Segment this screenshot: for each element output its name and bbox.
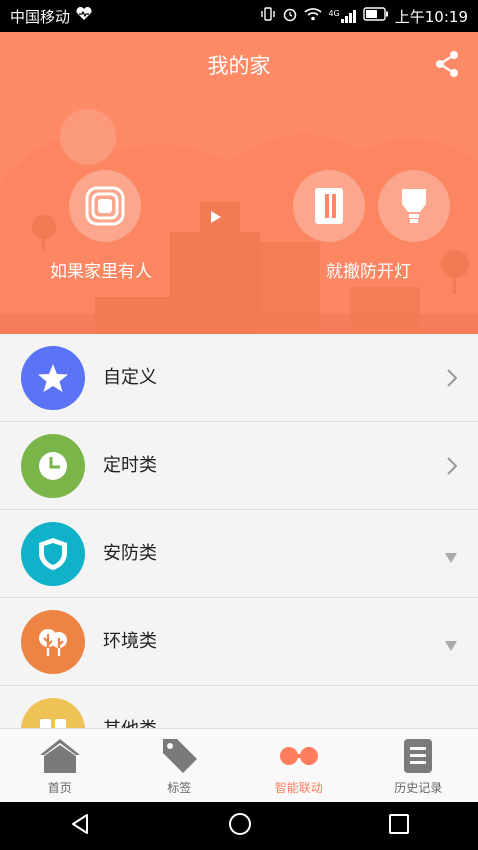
tag-icon [163,739,198,773]
bottom-tab-bar: 首页 标签 智能联动 历史记录 [0,728,478,803]
trigger-label: 如果家里有人 [50,262,152,282]
category-label: 自定义 [103,367,157,388]
lightbulb-icon [402,189,426,223]
triangle-down-icon [445,636,457,651]
health-icon [76,6,92,25]
system-nav-bar [0,802,478,850]
history-icon [404,739,433,773]
shield-icon [21,522,85,586]
home-circle-icon[interactable] [227,811,253,841]
category-label: 环境类 [103,631,157,652]
link-icon [279,747,318,765]
chevron-right-icon [446,368,458,388]
chevron-right-icon [446,456,458,476]
tab-home[interactable]: 首页 [0,729,120,803]
category-list: 自定义 定时类 安防类 环境类 其他类 [0,334,478,728]
back-icon[interactable] [68,812,92,840]
signal-icon: 4G [328,9,356,23]
alarm-icon [282,6,298,26]
category-other[interactable]: 其他类 [0,686,478,728]
action-label: 就撤防开灯 [326,262,411,282]
category-environment[interactable]: 环境类 [0,598,478,686]
switch-panel-icon [315,188,343,224]
rounded-square-icon [85,186,125,226]
battery-icon [363,7,389,25]
arrow-icon [211,208,221,227]
tab-tags[interactable]: 标签 [120,729,240,803]
triangle-down-icon [445,548,457,563]
action-disarm-button[interactable] [293,170,365,242]
action-light-button[interactable] [378,170,450,242]
tab-label: 标签 [167,781,192,795]
recents-icon[interactable] [388,813,410,839]
share-icon[interactable] [434,50,460,78]
tab-history[interactable]: 历史记录 [359,729,478,803]
category-custom[interactable]: 自定义 [0,334,478,422]
vibrate-icon [260,7,276,25]
status-bar: 中国移动 4G 上午10:19 [0,0,478,32]
category-label: 其他类 [103,686,157,728]
clock-time: 上午10:19 [394,7,468,26]
tab-label: 智能联动 [274,781,323,795]
home-icon [39,739,80,773]
tab-label: 历史记录 [394,781,443,795]
category-security[interactable]: 安防类 [0,510,478,598]
network-type: 4G [328,9,340,18]
hero-banner: 我的家 如果家里有人 就撤防开灯 [0,32,478,334]
tab-label: 首页 [47,781,72,795]
tab-smart-link[interactable]: 智能联动 [239,729,359,803]
other-icon [21,698,85,728]
category-label: 定时类 [103,455,157,476]
page-title: 我的家 [207,54,271,78]
carrier-label: 中国移动 [10,7,71,26]
wifi-icon [304,7,323,25]
star-icon [21,346,85,410]
clock-icon [21,434,85,498]
trigger-sensor-button[interactable] [69,170,141,242]
tree-icon [21,610,85,674]
category-label: 安防类 [103,543,157,564]
category-timer[interactable]: 定时类 [0,422,478,510]
